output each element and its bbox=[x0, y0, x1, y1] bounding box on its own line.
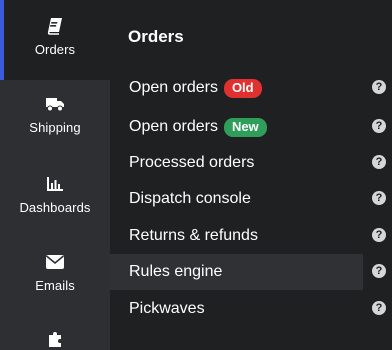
menu-item-open-orders-new[interactable]: Open orders New ? bbox=[110, 109, 392, 145]
menu-item-label: Processed orders bbox=[129, 154, 255, 171]
menu-item-returns-refunds[interactable]: Returns & refunds ? bbox=[110, 218, 392, 254]
menu-item-label: Returns & refunds bbox=[129, 227, 258, 244]
book-icon bbox=[0, 14, 110, 38]
status-badge-old: Old bbox=[223, 78, 262, 98]
menu-item-label: Pickwaves bbox=[129, 300, 205, 317]
menu-item-processed-orders[interactable]: Processed orders ? bbox=[110, 145, 392, 181]
menu-item-label: Open orders bbox=[129, 118, 218, 135]
envelope-icon bbox=[0, 250, 110, 274]
rail-label-dashboards: Dashboards bbox=[19, 200, 91, 215]
menu-item-dispatch-console[interactable]: Dispatch console ? bbox=[110, 181, 392, 217]
menu-item-label: Open orders bbox=[129, 79, 218, 96]
menu-item-open-orders-old[interactable]: Open orders Old ? bbox=[110, 70, 392, 106]
bar-chart-icon bbox=[0, 172, 110, 196]
help-icon[interactable]: ? bbox=[372, 228, 386, 242]
rail-item-shipping[interactable]: Shipping bbox=[0, 92, 110, 146]
menu-item-label: Rules engine bbox=[129, 263, 223, 280]
help-icon[interactable]: ? bbox=[372, 191, 386, 205]
help-icon[interactable]: ? bbox=[372, 301, 386, 315]
help-icon[interactable]: ? bbox=[372, 264, 386, 278]
help-icon[interactable]: ? bbox=[372, 155, 386, 169]
status-badge-new: New bbox=[223, 117, 267, 137]
left-rail: Orders Shipping Dashboards Emails bbox=[0, 0, 110, 350]
orders-menu-panel: Orders Open orders Old ? Open orders New… bbox=[110, 0, 392, 350]
menu-item-pickwaves[interactable]: Pickwaves ? bbox=[110, 291, 392, 327]
panel-title: Orders bbox=[128, 27, 184, 46]
menu-item-rules-engine[interactable]: Rules engine ? bbox=[110, 254, 386, 290]
rail-item-integrations[interactable] bbox=[0, 328, 110, 350]
rail-label-orders: Orders bbox=[34, 42, 76, 57]
rail-item-emails[interactable]: Emails bbox=[0, 250, 110, 304]
rail-item-dashboards[interactable]: Dashboards bbox=[0, 172, 110, 226]
help-icon[interactable]: ? bbox=[372, 119, 386, 133]
truck-icon bbox=[0, 92, 110, 116]
app: Orders Shipping Dashboards Emails Orders… bbox=[0, 0, 392, 350]
help-icon[interactable]: ? bbox=[372, 80, 386, 94]
rail-label-emails: Emails bbox=[35, 278, 75, 293]
rail-item-orders[interactable]: Orders bbox=[0, 0, 110, 80]
puzzle-icon bbox=[0, 328, 110, 350]
menu-item-label: Dispatch console bbox=[129, 190, 251, 207]
rail-label-shipping: Shipping bbox=[29, 120, 81, 135]
